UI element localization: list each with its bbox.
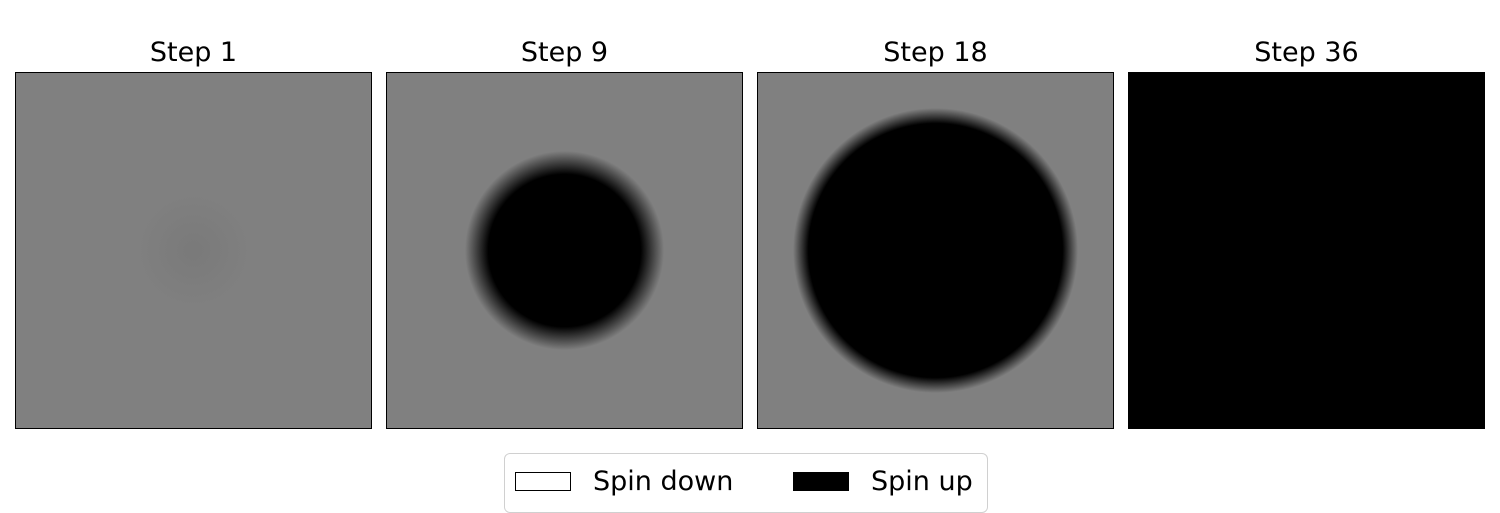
heatmap-image-3 bbox=[758, 73, 1113, 428]
legend-entry-spin-up: Spin up bbox=[793, 465, 973, 497]
panel-title-3: Step 18 bbox=[883, 37, 988, 68]
legend-label-spin-down: Spin down bbox=[593, 465, 734, 497]
heatmap-image-2 bbox=[387, 73, 742, 428]
heatmap-image-4 bbox=[1129, 73, 1484, 428]
panel-title-1: Step 1 bbox=[149, 37, 238, 68]
legend-swatch-spin-down bbox=[515, 471, 571, 491]
panel-title-2: Step 9 bbox=[520, 37, 609, 68]
heatmap-image-1 bbox=[16, 73, 371, 428]
heatmap-panel-4 bbox=[1128, 72, 1485, 429]
heatmap-panel-2 bbox=[386, 72, 743, 429]
legend: Spin down Spin up bbox=[504, 453, 988, 513]
legend-entry-spin-down: Spin down bbox=[515, 465, 734, 497]
legend-swatch-spin-up bbox=[793, 471, 849, 491]
heatmap-panel-3 bbox=[757, 72, 1114, 429]
legend-label-spin-up: Spin up bbox=[871, 465, 973, 497]
heatmap-panel-1 bbox=[15, 72, 372, 429]
panel-title-4: Step 36 bbox=[1254, 37, 1359, 68]
